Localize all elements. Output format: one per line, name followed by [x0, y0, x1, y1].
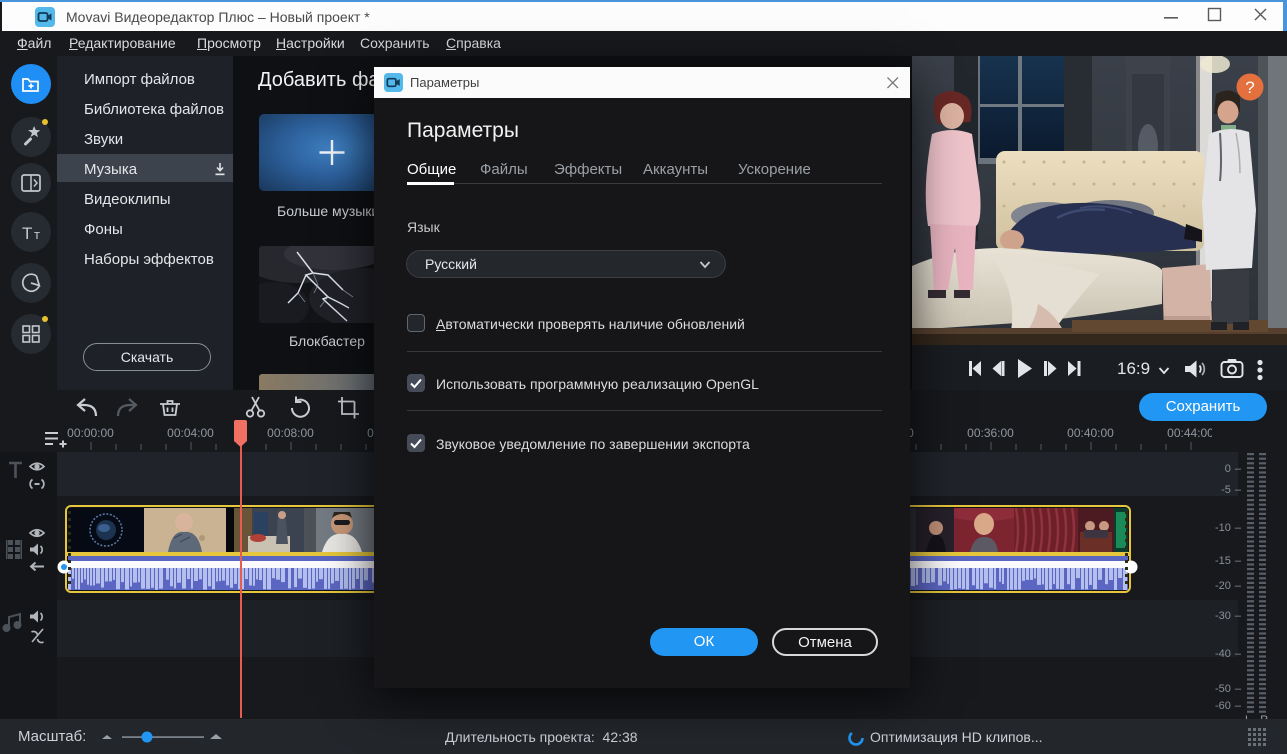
- svg-text:00:04:00: 00:04:00: [167, 426, 214, 440]
- svg-text:00:44:00: 00:44:00: [1167, 426, 1212, 440]
- svg-text:00:40:00: 00:40:00: [1067, 426, 1114, 440]
- svg-text:00:08:00: 00:08:00: [267, 426, 314, 440]
- svg-text:Т: Т: [22, 224, 32, 243]
- svg-text:00:00:00: 00:00:00: [67, 426, 114, 440]
- svg-text:т: т: [34, 227, 40, 242]
- svg-text:00:36:00: 00:36:00: [967, 426, 1014, 440]
- svg-text:?: ?: [1245, 78, 1254, 97]
